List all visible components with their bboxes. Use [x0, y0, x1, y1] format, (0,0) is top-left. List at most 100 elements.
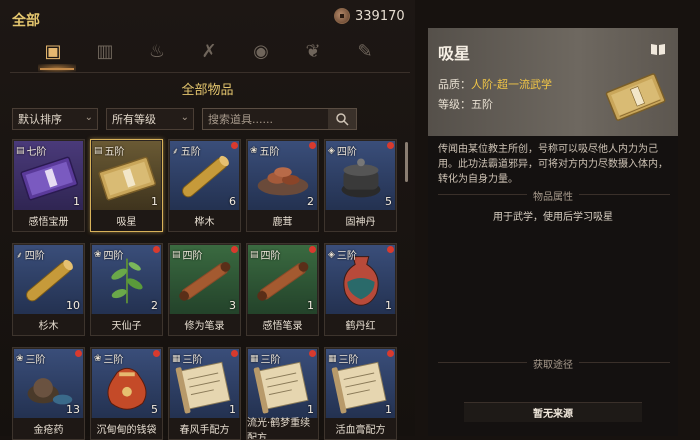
props-text: 用于武学，使用后学习吸星	[493, 212, 613, 223]
item-name: 感悟宝册	[13, 210, 84, 231]
item-card[interactable]: ▤ 四阶 3 修为笔录	[168, 243, 241, 336]
recipe-icon: ▦	[172, 353, 181, 364]
new-badge	[309, 246, 316, 253]
item-grade-label: 五阶	[180, 147, 201, 158]
scroll-icon[interactable]: ▥	[90, 36, 120, 66]
item-card[interactable]: ▤ 七阶 1 感悟宝册	[12, 139, 85, 232]
swords-icon[interactable]: ✗	[194, 36, 224, 66]
item-grade: ⸙ 五阶	[172, 143, 201, 158]
source-label: 获取途径	[527, 360, 579, 371]
currency-display: 339170	[334, 8, 405, 24]
detail-header: 吸星 品质：人阶-超一流武学 等级：五阶	[428, 28, 678, 136]
item-grade: ⸙ 四阶	[16, 247, 45, 262]
item-count: 1	[229, 403, 236, 416]
wheat-icon: ⸙	[16, 251, 23, 261]
item-grade-label: 三阶	[103, 355, 124, 366]
new-badge	[153, 246, 160, 253]
book-icon: ▤	[172, 249, 181, 260]
new-badge	[309, 350, 316, 357]
item-card[interactable]: ▤ 五阶 1 吸星	[90, 139, 163, 232]
item-grade-label: 四阶	[24, 251, 45, 262]
item-grade: ▦ 三阶	[172, 351, 203, 367]
item-card[interactable]: ❀ 五阶 2 鹿茸	[246, 139, 319, 232]
chevron-down-icon: ⌄	[84, 112, 93, 123]
book-icon: ▤	[16, 145, 25, 156]
item-grade: ◈ 四阶	[328, 143, 357, 159]
item-card[interactable]: ◈ 四阶 5 固神丹	[324, 139, 397, 232]
item-card[interactable]: ▤ 四阶 1 感悟笔录	[246, 243, 319, 336]
item-name: 杉木	[13, 314, 84, 335]
item-grade-label: 三阶	[182, 355, 203, 366]
props-label: 物品属性	[527, 192, 579, 203]
section-title: 全部物品	[181, 83, 234, 98]
item-grade-label: 四阶	[182, 251, 203, 262]
item-grade-label: 四阶	[336, 147, 357, 158]
item-grade: ▦ 三阶	[328, 351, 359, 367]
item-count: 1	[385, 299, 392, 312]
item-grade: ❀ 三阶	[94, 351, 124, 367]
sort-select[interactable]: 默认排序 ⌄	[12, 108, 98, 130]
item-card[interactable]: ❀ 四阶 2 天仙子	[90, 243, 163, 336]
eye-icon[interactable]: ◉	[246, 36, 276, 66]
new-badge	[75, 350, 82, 357]
chevron-down-icon: ⌄	[180, 112, 189, 123]
item-card[interactable]: ⸙ 四阶 10 杉木	[12, 243, 85, 336]
pill-icon: ◈	[328, 145, 335, 156]
herb-icon: ❀	[94, 353, 102, 364]
grade-select[interactable]: 所有等级 ⌄	[106, 108, 194, 130]
item-grade: ▦ 三阶	[250, 351, 281, 367]
category-tabs: ▣ ▥ ♨ ✗ ◉ ❦ ✎	[38, 36, 380, 66]
herb-icon: ❀	[94, 249, 102, 260]
item-count: 5	[151, 403, 158, 416]
detail-description: 传闻由某位教主所创，号称可以吸尽他人内力为己用。此功法霸道邪异，可将对方内力尽数…	[438, 144, 668, 185]
inventory-panel: 全部 339170 ▣ ▥ ♨ ✗ ◉ ❦ ✎ 全部物品 默认排序 ⌄ 所有等级 ⌄ 搜索道…	[0, 0, 415, 440]
wheat-icon: ⸙	[172, 147, 179, 157]
item-card[interactable]: ◈ 三阶 1 鹤丹红	[324, 243, 397, 336]
item-grade-label: 三阶	[338, 355, 359, 366]
item-card[interactable]: ❀ 三阶 13 金疮药	[12, 347, 85, 440]
flame-icon[interactable]: ♨	[142, 36, 172, 66]
book-icon	[650, 42, 666, 60]
item-name: 固神丹	[325, 210, 396, 231]
item-card[interactable]: ▦ 三阶 1 流光·鹤梦重续配方	[246, 347, 319, 440]
chest-icon[interactable]: ▣	[38, 36, 68, 66]
item-card[interactable]: ▦ 三阶 1 活血膏配方	[324, 347, 397, 440]
recipe-icon: ▦	[328, 353, 337, 364]
herb-icon: ❀	[250, 145, 258, 156]
scrollbar[interactable]	[405, 142, 408, 182]
item-grade: ❀ 三阶	[16, 351, 46, 367]
item-preview-image	[605, 73, 666, 121]
new-badge	[231, 142, 238, 149]
item-grade-label: 四阶	[260, 251, 281, 262]
item-card[interactable]: ▦ 三阶 1 春风手配方	[168, 347, 241, 440]
new-badge	[309, 142, 316, 149]
item-name: 鹤丹红	[325, 314, 396, 335]
search-icon[interactable]	[328, 109, 356, 129]
item-grade-label: 五阶	[259, 147, 280, 158]
brush-icon[interactable]: ✎	[350, 36, 380, 66]
search-input[interactable]: 搜索道具......	[202, 108, 357, 130]
item-name: 感悟笔录	[247, 314, 318, 335]
coin-icon	[334, 8, 350, 24]
pill-icon: ◈	[328, 249, 335, 260]
item-card[interactable]: ⸙ 五阶 6 桦木	[168, 139, 241, 232]
item-grade: ▤ 四阶	[172, 247, 203, 263]
quality-label: 品质：	[438, 78, 471, 91]
item-count: 3	[229, 299, 236, 312]
item-card[interactable]: ❀ 三阶 5 沉甸甸的钱袋	[90, 347, 163, 440]
item-grade-label: 七阶	[26, 147, 47, 158]
source-section-label: 获取途径	[428, 356, 678, 371]
source-value: 暂无来源	[464, 402, 642, 422]
item-count: 1	[307, 299, 314, 312]
leaf-icon[interactable]: ❦	[298, 36, 328, 66]
active-tab-indicator	[40, 68, 74, 70]
item-grade-label: 三阶	[25, 355, 46, 366]
item-count: 1	[385, 403, 392, 416]
item-grade: ▤ 七阶	[16, 143, 47, 159]
new-badge	[231, 350, 238, 357]
item-grade-label: 三阶	[336, 251, 357, 262]
level-value: 五阶	[471, 98, 493, 111]
detail-level: 等级：五阶	[438, 96, 493, 112]
item-count: 2	[307, 195, 314, 208]
item-count: 10	[66, 299, 80, 312]
